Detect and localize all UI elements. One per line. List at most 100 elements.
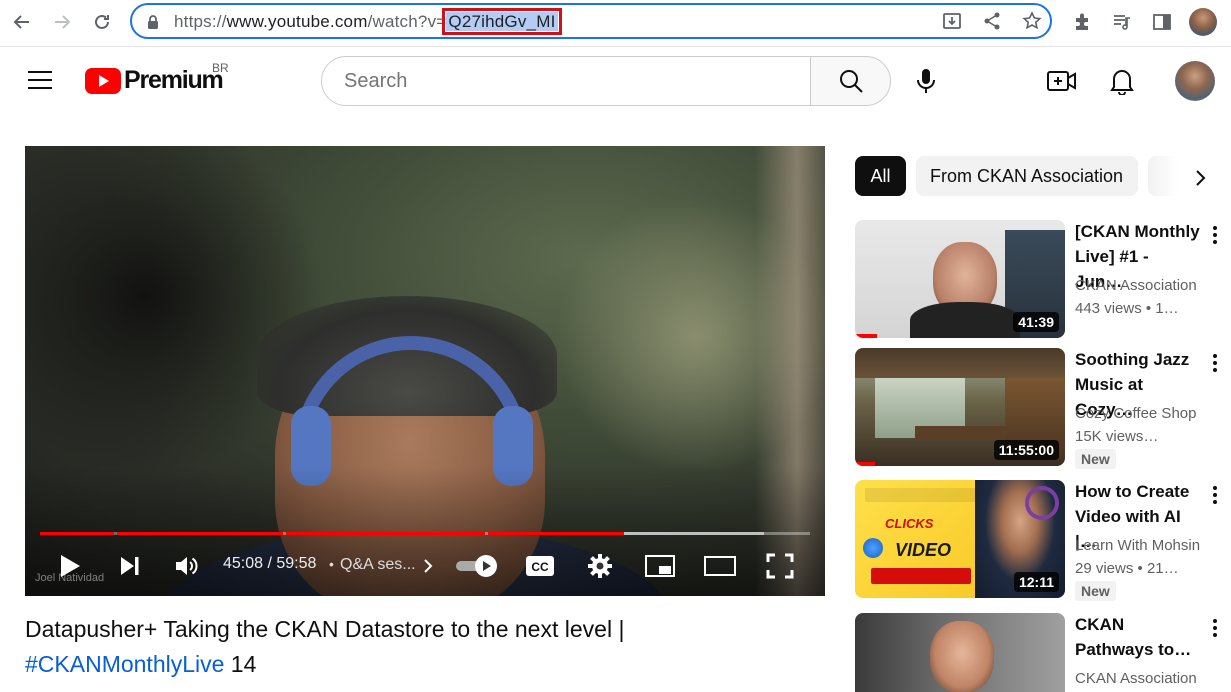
miniplayer-button[interactable]: [643, 549, 677, 583]
chapter-title[interactable]: Q&A ses...: [340, 556, 416, 574]
forward-icon[interactable]: [48, 8, 76, 36]
search-icon: [839, 70, 863, 93]
video-thumbnail[interactable]: 11:55:00: [855, 348, 1065, 466]
profile-avatar[interactable]: [1189, 8, 1217, 36]
thumbnail-red-banner: [871, 568, 971, 584]
channel-name[interactable]: Learn With Mohsin: [1075, 537, 1200, 554]
side-panel-icon[interactable]: [1150, 10, 1174, 34]
openai-logo-icon: [1025, 486, 1059, 520]
new-badge: New: [1075, 449, 1116, 469]
video-player[interactable]: 45:08 / 59:58 • Q&A ses... CC Joel Nativ…: [25, 146, 825, 596]
url-text[interactable]: https://www.youtube.com/watch?v= Q27ihdGv…: [174, 8, 562, 35]
more-actions-icon[interactable]: [1205, 482, 1225, 508]
video-title-suffix: 14: [224, 651, 257, 677]
theater-icon: [704, 556, 736, 576]
back-icon[interactable]: [8, 8, 36, 36]
recommended-video-title[interactable]: CKAN Pathways to…: [1075, 612, 1200, 662]
thumbnail-ceiling: [855, 348, 1065, 378]
thumbnail-shirt: [910, 302, 1020, 338]
chip-all[interactable]: All: [855, 156, 906, 196]
progress-chapter-3[interactable]: [286, 532, 485, 535]
region-code: BR: [212, 61, 229, 75]
video-thumbnail[interactable]: CLICKS VIDEO 12:11: [855, 480, 1065, 598]
video-meta: 29 views • 21…: [1075, 560, 1179, 577]
gear-icon: [588, 554, 612, 578]
lock-icon[interactable]: [146, 14, 160, 35]
watch-progress: [855, 334, 877, 338]
thumbnail-clicks-text: CLICKS: [885, 516, 934, 531]
extensions-icon[interactable]: [1070, 10, 1094, 34]
miniplayer-icon: [645, 555, 675, 577]
thumbnail-urdu-text: [865, 488, 980, 502]
search-box[interactable]: [321, 56, 811, 106]
progress-chapter-2[interactable]: [117, 532, 283, 535]
fullscreen-button[interactable]: [763, 549, 797, 583]
duration-badge: 41:39: [1013, 312, 1059, 332]
volume-icon: [176, 557, 198, 575]
progress-chapter-4[interactable]: [488, 532, 624, 535]
fullscreen-icon: [766, 553, 794, 579]
install-icon[interactable]: [940, 9, 964, 33]
video-watermark: Joel Natividad: [35, 572, 105, 584]
chips-next-button[interactable]: [1184, 162, 1216, 194]
logo-text: Premium: [124, 66, 224, 94]
url-selected-video-id[interactable]: Q27ihdGv_MI: [442, 8, 562, 35]
new-badge: New: [1075, 581, 1116, 601]
chapter-chevron-icon[interactable]: [418, 549, 438, 583]
mute-button[interactable]: [170, 549, 204, 583]
microphone-icon: [917, 69, 935, 93]
chip-overflow: [1148, 156, 1178, 196]
more-actions-icon[interactable]: [1205, 615, 1225, 641]
channel-name[interactable]: CKAN Association: [1075, 670, 1197, 687]
next-button[interactable]: [113, 549, 147, 583]
time-display: 45:08 / 59:58: [223, 555, 317, 572]
search-button[interactable]: [810, 56, 891, 106]
channel-name[interactable]: Cozy Coffee Shop: [1075, 405, 1196, 422]
chip-from-ckan-association[interactable]: From CKAN Association: [916, 156, 1138, 196]
star-icon[interactable]: [1020, 9, 1044, 33]
voice-search-button[interactable]: [904, 59, 948, 103]
video-title: Datapusher+ Taking the CKAN Datastore to…: [25, 612, 815, 682]
video-thumbnail[interactable]: [855, 613, 1065, 692]
address-bar[interactable]: https://www.youtube.com/watch?v= Q27ihdGv…: [130, 3, 1052, 39]
search-input[interactable]: [342, 69, 786, 94]
video-thumbnail[interactable]: 41:39: [855, 220, 1065, 338]
watch-progress: [855, 462, 875, 466]
more-actions-icon[interactable]: [1205, 222, 1225, 248]
account-avatar[interactable]: [1175, 61, 1215, 101]
browser-toolbar: https://www.youtube.com/watch?v= Q27ihdGv…: [0, 0, 1231, 47]
create-video-icon: [1047, 71, 1076, 91]
svg-text:CC: CC: [531, 560, 549, 574]
theater-mode-button[interactable]: [703, 549, 737, 583]
thumbnail-video-text: VIDEO: [895, 540, 952, 560]
skip-next-icon: [121, 557, 139, 575]
cc-icon: CC: [526, 556, 554, 576]
youtube-play-logo-icon: [85, 67, 121, 94]
reload-icon[interactable]: [88, 8, 116, 36]
progress-chapter-1[interactable]: [40, 532, 114, 535]
video-title-text: Datapusher+ Taking the CKAN Datastore to…: [25, 616, 625, 642]
video-meta: 443 views • 1…: [1075, 300, 1179, 317]
chevron-right-icon: [1196, 170, 1206, 186]
menu-icon[interactable]: [26, 68, 54, 97]
channel-name[interactable]: CKAN Association: [1075, 277, 1197, 294]
settings-button[interactable]: [583, 549, 617, 583]
video-meta: 15K views…: [1075, 428, 1159, 445]
create-button[interactable]: [1040, 59, 1084, 103]
more-actions-icon[interactable]: [1205, 350, 1225, 376]
share-icon[interactable]: [980, 9, 1004, 33]
duration-badge: 12:11: [1013, 572, 1059, 592]
notifications-button[interactable]: [1100, 59, 1144, 103]
duration-badge: 11:55:00: [993, 440, 1059, 460]
globe-icon: [863, 538, 883, 558]
youtube-premium-logo[interactable]: Premium: [85, 66, 224, 95]
chapter-separator: •: [329, 556, 334, 572]
hashtag-link[interactable]: #CKANMonthlyLive: [25, 651, 224, 677]
subtitles-button[interactable]: CC: [523, 549, 557, 583]
autoplay-toggle[interactable]: [453, 549, 501, 583]
reading-list-icon[interactable]: [1110, 10, 1134, 34]
autoplay-toggle-icon: [456, 555, 497, 577]
thumbnail-face: [930, 621, 994, 692]
progress-buffered: [624, 532, 764, 535]
bell-icon: [1110, 70, 1134, 95]
